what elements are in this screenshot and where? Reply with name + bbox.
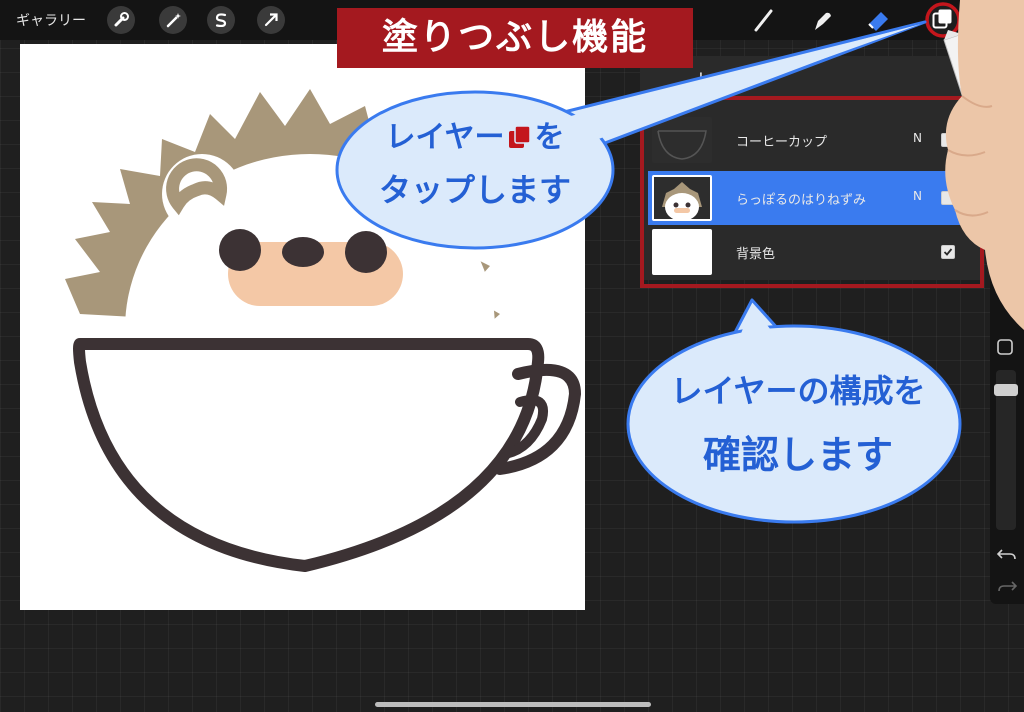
hand-with-pencil — [943, 0, 1024, 330]
home-indicator — [375, 702, 651, 707]
